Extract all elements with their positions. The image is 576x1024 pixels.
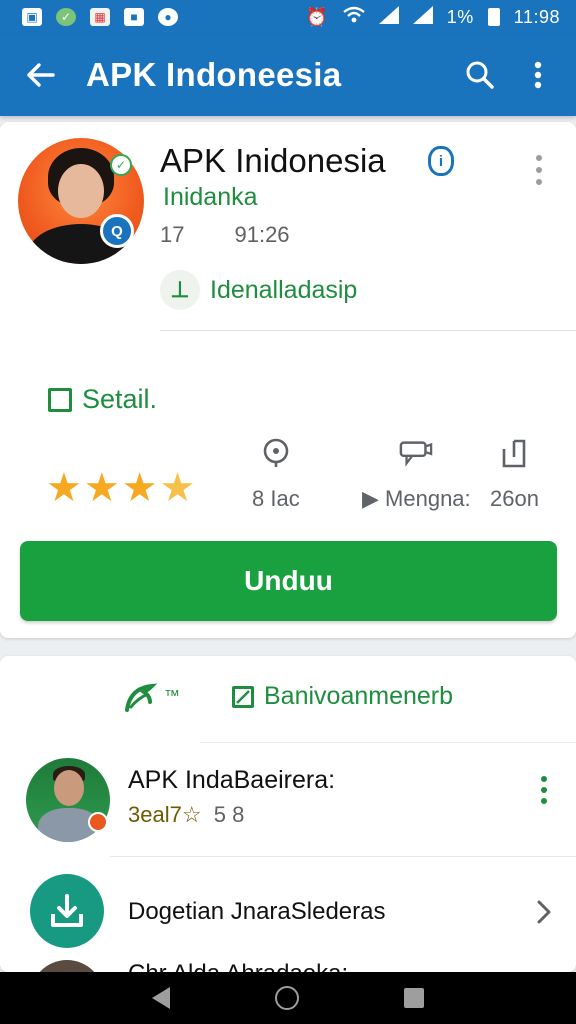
- stat-share-label: 26on: [490, 486, 539, 511]
- related-card: ™ Banivoanmenerb APK IndaBaeirera: 3eal7…: [0, 656, 576, 980]
- chat-icon: [399, 436, 433, 470]
- battery-percent: 1%: [446, 6, 474, 27]
- more-vertical-icon[interactable]: [516, 53, 560, 97]
- search-icon[interactable]: [458, 53, 502, 97]
- stat-location: 8 Iac: [252, 436, 300, 512]
- app-name: APK Inidonesia: [160, 142, 386, 179]
- developer-name[interactable]: Inidanka: [163, 183, 258, 212]
- category-label: Idenalladasip: [210, 275, 358, 304]
- checkbox-icon: [48, 387, 72, 412]
- divider: [160, 330, 576, 331]
- divider: [200, 742, 576, 743]
- star-icon: ★: [46, 466, 82, 510]
- notification-icon: ■: [124, 8, 144, 26]
- tab-similar[interactable]: Banivoanmenerb: [232, 682, 453, 711]
- signal-icon: [378, 5, 399, 29]
- rating-stars: ★ ★ ★ ★: [46, 466, 195, 510]
- tab-recommended-label: ™: [164, 688, 180, 705]
- list-item-more-icon[interactable]: [532, 770, 556, 810]
- stat-play-label: ▶ Mengna:: [362, 486, 471, 511]
- list-item[interactable]: Dogetian JnaraSlederas: [0, 862, 576, 962]
- app-bar: APK Indoneesia: [0, 34, 576, 116]
- gallery-icon: ▣: [22, 8, 42, 26]
- signal-icon-2: [412, 5, 433, 29]
- tab-recommended[interactable]: ™: [124, 680, 180, 714]
- chevron-right-icon[interactable]: [530, 892, 558, 932]
- alarm-icon: ⏰: [305, 6, 329, 27]
- verified-icon: i: [428, 146, 454, 176]
- install-button[interactable]: Unduu: [20, 541, 557, 621]
- location-pin-icon: [259, 436, 293, 470]
- detail-checkbox[interactable]: Setail.: [48, 384, 157, 415]
- nav-back-icon[interactable]: [152, 987, 171, 1009]
- half-star-icon: ★: [159, 466, 196, 510]
- system-nav-bar: [0, 972, 576, 1024]
- tab-similar-icon: [232, 685, 254, 708]
- category-chip[interactable]: ⊥ Idenalladasip: [160, 270, 357, 310]
- app-badge-icon: Q: [100, 214, 134, 248]
- status-right-icons: ⏰ 1% 11:98: [305, 5, 560, 29]
- list-item-title: APK IndaBaeirera:: [128, 766, 336, 794]
- stat-share: 26on: [490, 436, 539, 512]
- list-item[interactable]: APK IndaBaeirera: 3eal7☆ 5 8: [0, 752, 576, 856]
- stat-location-label: 8 Iac: [252, 486, 300, 511]
- record-icon: ●: [158, 8, 178, 26]
- download-icon: [30, 874, 104, 948]
- shield-icon: ✓: [56, 8, 76, 26]
- status-left-icons: ▣ ✓ ▦ ■ ●: [22, 8, 178, 26]
- app-meta: 17 91:26: [160, 222, 290, 248]
- detail-label: Setail.: [82, 384, 158, 414]
- card-more-icon[interactable]: [522, 148, 556, 192]
- meta-left: 17: [160, 222, 185, 247]
- divider: [110, 856, 576, 857]
- battery-icon: [487, 8, 500, 26]
- share-icon: [497, 436, 531, 470]
- tab-similar-label: Banivoanmenerb: [264, 682, 454, 710]
- list-item-badge-icon: [88, 812, 108, 832]
- nav-home-icon[interactable]: [274, 986, 299, 1010]
- status-bar: ▣ ✓ ▦ ■ ● ⏰ 1% 11:98: [0, 0, 576, 34]
- leaf-icon: [124, 680, 158, 714]
- list-item-title: Dogetian JnaraSlederas: [128, 898, 386, 925]
- list-item-subtitle: 3eal7☆ 5 8: [128, 802, 245, 827]
- nav-recents-icon[interactable]: [403, 988, 424, 1008]
- app-bar-title: APK Indoneesia: [86, 56, 342, 93]
- image-icon: ▦: [90, 8, 110, 26]
- star-icon: ★: [121, 466, 158, 510]
- stat-play: ▶ Mengna:: [362, 436, 471, 512]
- check-badge-icon: ✓: [110, 154, 132, 176]
- star-icon: ★: [83, 466, 120, 510]
- wifi-icon: [343, 6, 365, 29]
- meta-right: 91:26: [234, 222, 290, 247]
- status-time: 11:98: [513, 6, 560, 27]
- category-icon: ⊥: [160, 270, 200, 310]
- back-arrow-icon[interactable]: [22, 57, 58, 93]
